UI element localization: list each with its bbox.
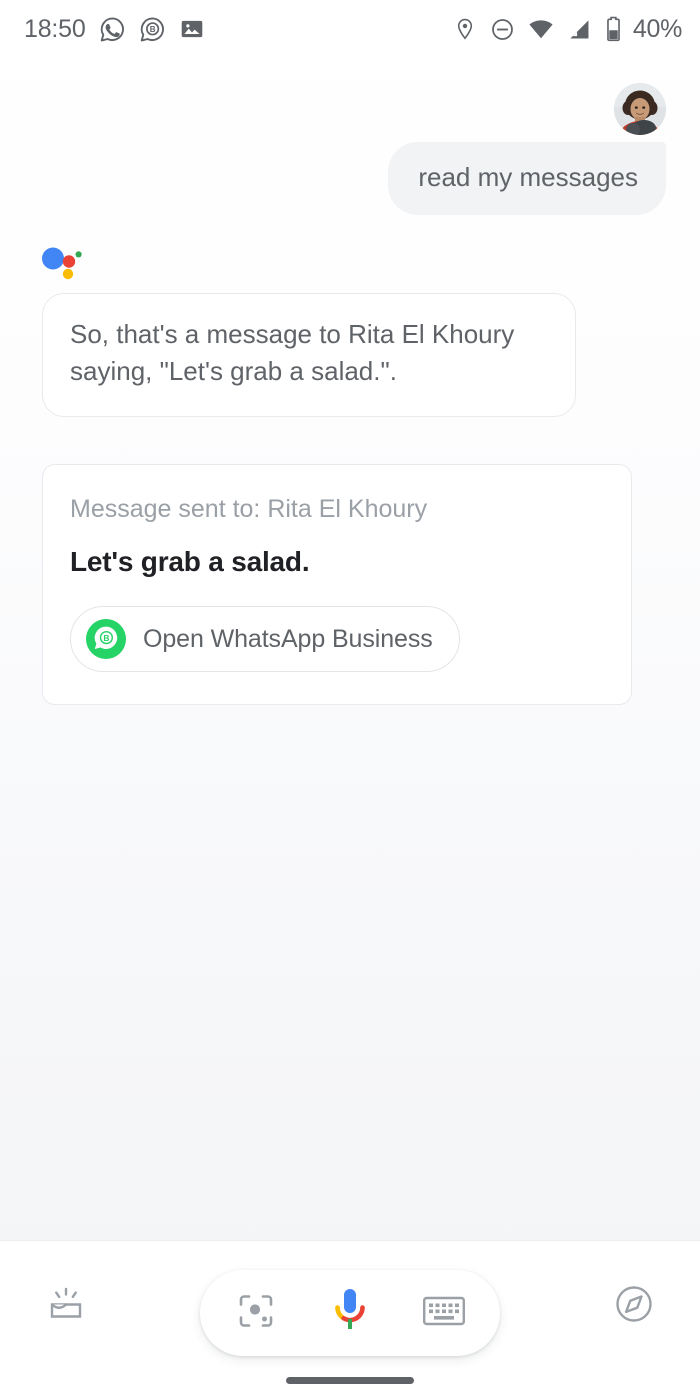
card-recipient-label: Message sent to: Rita El Khoury [70, 495, 428, 524]
explore-button[interactable] [602, 1275, 666, 1339]
avatar[interactable] [614, 83, 666, 135]
google-assistant-logo-icon [40, 247, 700, 281]
open-whatsapp-business-button[interactable]: B Open WhatsApp Business [70, 606, 460, 673]
bottom-bar [0, 1240, 700, 1400]
svg-text:B: B [149, 25, 155, 34]
svg-text:B: B [103, 633, 109, 643]
avatar-row [0, 58, 700, 135]
battery-percentage-label: 40% [632, 14, 682, 43]
battery-icon [605, 16, 622, 42]
user-message-bubble: read my messages [388, 142, 666, 215]
assistant-screen: 18:50 B 40% read my messages So, that's … [0, 0, 700, 1400]
whatsapp-business-icon: B [85, 618, 127, 660]
microphone-button[interactable] [322, 1285, 378, 1341]
explore-compass-icon [611, 1281, 657, 1332]
user-message-row: read my messages [0, 135, 700, 215]
status-bar-right: 40% [453, 15, 682, 44]
status-bar-left: 18:50 B [24, 15, 205, 44]
google-lens-button[interactable] [228, 1285, 284, 1341]
card-message-text: Let's grab a salad. [70, 545, 310, 577]
assistant-input-pill [200, 1270, 500, 1356]
whatsapp-icon [99, 16, 126, 43]
google-lens-icon [235, 1290, 277, 1337]
do-not-disturb-icon [490, 17, 515, 42]
status-bar: 18:50 B 40% [0, 0, 700, 58]
keyboard-button[interactable] [416, 1285, 472, 1341]
snapshot-button[interactable] [34, 1275, 98, 1339]
assistant-logo-row [0, 215, 700, 281]
conversation-area: read my messages So, that's a message to… [0, 58, 700, 1240]
message-card-row: Message sent to: Rita El Khoury Let's gr… [0, 417, 700, 706]
whatsapp-business-icon: B [139, 16, 166, 43]
keyboard-icon [422, 1293, 466, 1334]
gesture-navigation-handle[interactable] [286, 1377, 414, 1384]
screenshot-image-icon [179, 16, 205, 42]
open-whatsapp-business-label: Open WhatsApp Business [143, 624, 433, 653]
assistant-response-row: So, that's a message to Rita El Khoury s… [0, 281, 700, 418]
status-bar-clock: 18:50 [24, 14, 86, 43]
assistant-response-bubble: So, that's a message to Rita El Khoury s… [42, 292, 576, 418]
snapshot-icon [42, 1280, 90, 1333]
wifi-icon [528, 16, 554, 42]
cell-signal-icon [567, 17, 592, 42]
location-pin-icon [453, 17, 477, 41]
message-sent-card: Message sent to: Rita El Khoury Let's gr… [42, 464, 632, 706]
google-microphone-icon [329, 1285, 371, 1342]
